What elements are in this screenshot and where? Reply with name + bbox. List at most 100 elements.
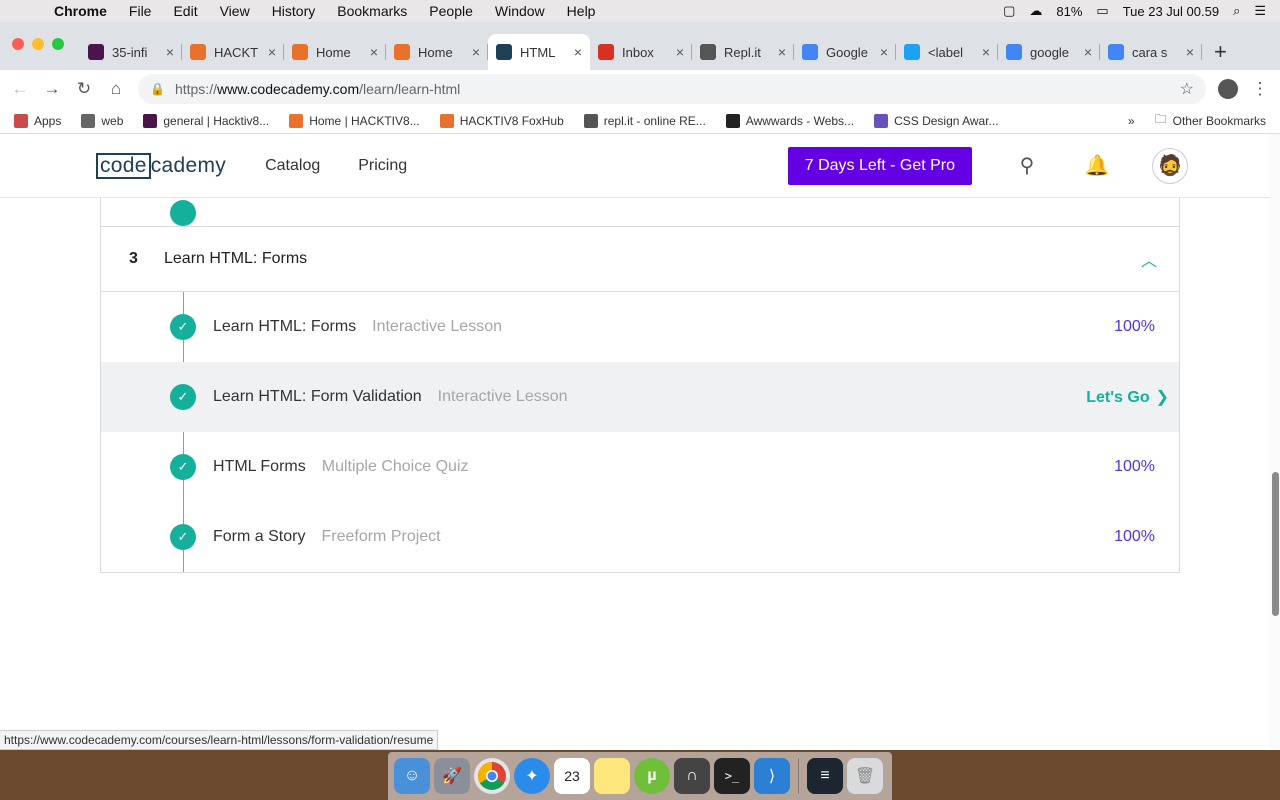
- lets-go-link[interactable]: Let's Go ❯: [1086, 387, 1169, 407]
- back-icon[interactable]: ←: [10, 79, 30, 99]
- bookmark-item[interactable]: Apps: [14, 113, 61, 128]
- browser-tab[interactable]: Repl.it ×: [692, 34, 794, 70]
- finder-icon[interactable]: ☺: [394, 758, 430, 794]
- browser-tab[interactable]: <label ×: [896, 34, 998, 70]
- close-tab-icon[interactable]: ×: [880, 44, 888, 60]
- vscode-icon[interactable]: ⟩: [754, 758, 790, 794]
- close-tab-icon[interactable]: ×: [1084, 44, 1092, 60]
- menu-chrome[interactable]: Chrome: [40, 3, 118, 19]
- search-icon[interactable]: ⚲: [1012, 153, 1042, 178]
- browser-tab[interactable]: google ×: [998, 34, 1100, 70]
- close-tab-icon[interactable]: ×: [982, 44, 990, 60]
- clock[interactable]: Tue 23 Jul 00.59: [1123, 4, 1219, 19]
- new-tab-button[interactable]: +: [1214, 34, 1227, 70]
- close-tab-icon[interactable]: ×: [166, 44, 174, 60]
- get-pro-button[interactable]: 7 Days Left - Get Pro: [787, 146, 972, 185]
- menu-people[interactable]: People: [418, 3, 484, 19]
- logo-code: code: [96, 152, 151, 179]
- menu-file[interactable]: File: [118, 3, 163, 19]
- lesson-row[interactable]: ✓ Learn HTML: Form Validation Interactive …: [101, 362, 1179, 432]
- utorrent-icon[interactable]: µ: [634, 758, 670, 794]
- battery-icon[interactable]: ▭: [1096, 3, 1108, 19]
- control-center-icon[interactable]: ☰: [1254, 3, 1266, 19]
- menu-view[interactable]: View: [209, 3, 261, 19]
- calendar-icon[interactable]: 23: [554, 758, 590, 794]
- chevron-up-icon[interactable]: ︿: [1141, 247, 1157, 271]
- lesson-title[interactable]: Learn HTML: Forms: [213, 318, 356, 336]
- close-tab-icon[interactable]: ×: [778, 44, 786, 60]
- tunnel-icon[interactable]: ∩: [674, 758, 710, 794]
- close-tab-icon[interactable]: ×: [472, 44, 480, 60]
- zoom-window-button[interactable]: [52, 38, 64, 50]
- macos-dock: ☺ 🚀 ✦ 23 µ ∩ >_ ⟩ ≡ 🗑: [388, 752, 892, 800]
- bookmark-item[interactable]: HACKTIV8 FoxHub: [439, 113, 564, 128]
- console-icon[interactable]: ≡: [807, 758, 843, 794]
- close-window-button[interactable]: [12, 38, 24, 50]
- nav-pricing[interactable]: Pricing: [358, 157, 407, 175]
- lesson-title[interactable]: Learn HTML: Form Validation: [213, 388, 422, 406]
- tab-favicon-icon: [1006, 44, 1022, 60]
- lesson-row[interactable]: ✓ HTML Forms Multiple Choice Quiz 100%: [101, 432, 1179, 502]
- minimize-window-button[interactable]: [32, 38, 44, 50]
- lesson-title[interactable]: Form a Story: [213, 528, 305, 546]
- launchpad-icon[interactable]: 🚀: [434, 758, 470, 794]
- menu-edit[interactable]: Edit: [162, 3, 208, 19]
- browser-tab[interactable]: Inbox ×: [590, 34, 692, 70]
- user-avatar[interactable]: 🧔: [1152, 147, 1188, 184]
- bookmark-item[interactable]: Home | HACKTIV8...: [289, 113, 420, 128]
- browser-tab[interactable]: Home ×: [386, 34, 488, 70]
- bookmark-star-icon[interactable]: ☆: [1180, 79, 1194, 99]
- nav-catalog[interactable]: Catalog: [265, 157, 320, 175]
- close-tab-icon[interactable]: ×: [676, 44, 684, 60]
- home-icon[interactable]: ⌂: [106, 79, 126, 99]
- tab-label: HTML: [520, 44, 556, 60]
- check-icon: ✓: [170, 314, 196, 340]
- close-tab-icon[interactable]: ×: [268, 44, 276, 60]
- reload-icon[interactable]: ↻: [74, 79, 94, 99]
- module-header[interactable]: 3 Learn HTML: Forms ︿: [101, 227, 1179, 292]
- spotlight-icon[interactable]: ⌕: [1233, 3, 1240, 19]
- address-bar[interactable]: 🔒 https:// www.codecademy.com /learn/lea…: [138, 74, 1206, 104]
- notification-icon[interactable]: ▢: [1003, 3, 1015, 19]
- chrome-icon[interactable]: [474, 758, 510, 794]
- browser-tab[interactable]: cara s ×: [1100, 34, 1202, 70]
- menu-bookmarks[interactable]: Bookmarks: [326, 3, 418, 19]
- bookmark-item[interactable]: repl.it - online RE...: [583, 113, 706, 128]
- page-scrollbar[interactable]: [1270, 134, 1280, 750]
- battery-percent[interactable]: 81%: [1056, 4, 1082, 19]
- other-bookmarks[interactable]: 🗀 Other Bookmarks: [1155, 110, 1266, 131]
- cloud-icon[interactable]: ☁: [1029, 3, 1042, 19]
- browser-tab[interactable]: Google ×: [794, 34, 896, 70]
- menu-help[interactable]: Help: [556, 3, 607, 19]
- bookmark-item[interactable]: CSS Design Awar...: [874, 113, 999, 128]
- close-tab-icon[interactable]: ×: [1186, 44, 1194, 60]
- lesson-row[interactable]: ✓ Learn HTML: Forms Interactive Lesson 100%: [101, 292, 1179, 362]
- menu-history[interactable]: History: [261, 3, 327, 19]
- scrollbar-thumb[interactable]: [1272, 472, 1279, 616]
- browser-tab[interactable]: 35-infi ×: [80, 34, 182, 70]
- lesson-title[interactable]: HTML Forms: [213, 458, 306, 476]
- tab-label: 35-infi: [112, 44, 148, 60]
- tab-label: HACKT: [214, 44, 259, 60]
- menu-window[interactable]: Window: [484, 3, 556, 19]
- bookmarks-overflow-button[interactable]: »: [1128, 114, 1135, 128]
- bell-icon[interactable]: 🔔: [1082, 153, 1112, 178]
- browser-tab[interactable]: HACKT ×: [182, 34, 284, 70]
- codecademy-logo[interactable]: code cademy: [96, 152, 226, 179]
- menu-dots-icon[interactable]: ⋮: [1250, 79, 1270, 99]
- close-tab-icon[interactable]: ×: [370, 44, 378, 60]
- terminal-icon[interactable]: >_: [714, 758, 750, 794]
- trash-icon[interactable]: 🗑: [847, 758, 883, 794]
- profile-avatar[interactable]: [1218, 79, 1238, 99]
- close-tab-icon[interactable]: ×: [574, 44, 582, 60]
- bookmark-item[interactable]: Awwwards - Webs...: [725, 113, 854, 128]
- browser-tab[interactable]: Home ×: [284, 34, 386, 70]
- bookmark-item[interactable]: web: [81, 113, 123, 128]
- bookmark-item[interactable]: general | Hacktiv8...: [143, 113, 269, 128]
- lock-icon[interactable]: 🔒: [150, 82, 165, 96]
- notes-icon[interactable]: [594, 758, 630, 794]
- safari-icon[interactable]: ✦: [514, 758, 550, 794]
- forward-icon[interactable]: →: [42, 79, 62, 99]
- lesson-row[interactable]: ✓ Form a Story Freeform Project 100%: [101, 502, 1179, 572]
- browser-tab[interactable]: HTML ×: [488, 34, 590, 70]
